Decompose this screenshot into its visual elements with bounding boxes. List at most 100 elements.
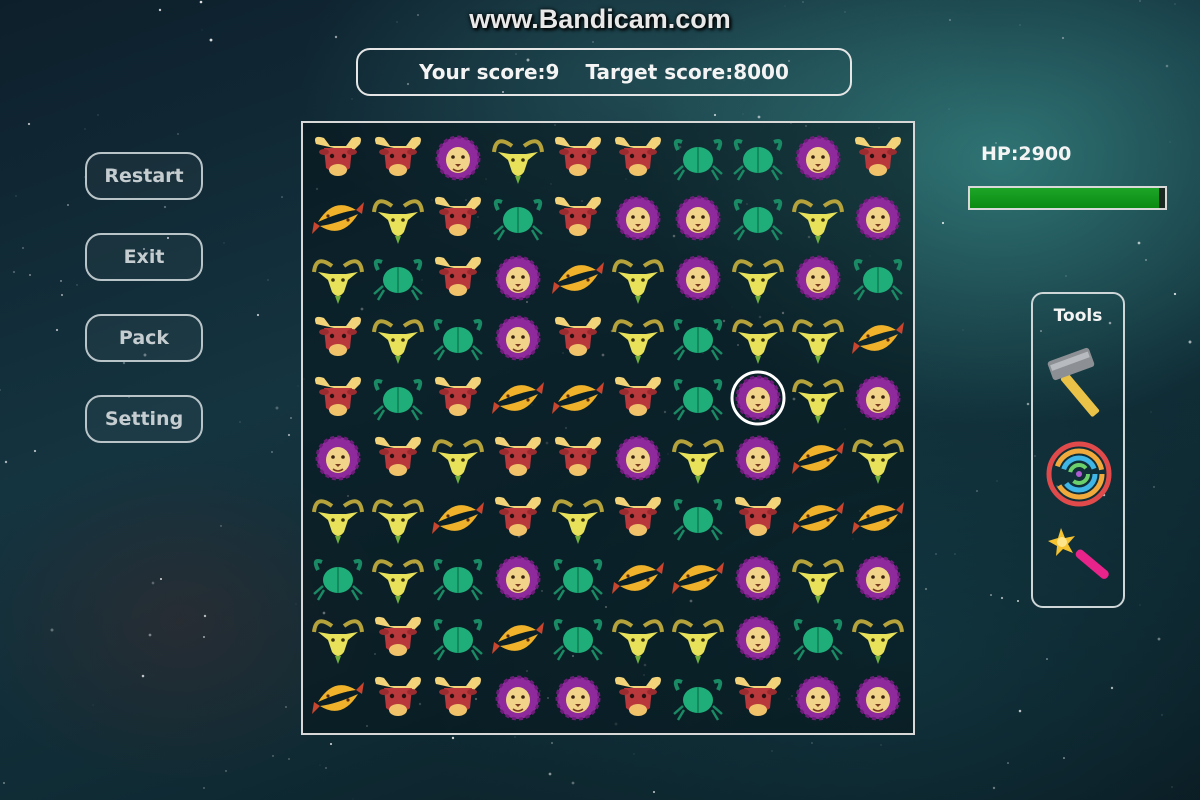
- capricorn-goat-tile[interactable]: [492, 139, 544, 184]
- cancer-crab-tile[interactable]: [673, 379, 723, 421]
- leo-lion-tile[interactable]: [795, 675, 841, 721]
- capricorn-goat-tile[interactable]: [372, 199, 424, 244]
- restart-button[interactable]: Restart: [85, 152, 203, 200]
- taurus-bull-tile[interactable]: [735, 496, 781, 536]
- cancer-crab-tile[interactable]: [433, 319, 483, 361]
- capricorn-goat-tile[interactable]: [312, 259, 364, 304]
- leo-lion-tile[interactable]: [855, 195, 901, 241]
- capricorn-goat-tile[interactable]: [732, 259, 784, 304]
- capricorn-goat-tile[interactable]: [312, 499, 364, 544]
- capricorn-goat-tile[interactable]: [612, 259, 664, 304]
- leo-lion-tile[interactable]: [495, 255, 541, 301]
- pisces-fish-tile[interactable]: [792, 502, 844, 534]
- leo-lion-tile[interactable]: [555, 675, 601, 721]
- leo-lion-tile[interactable]: [615, 435, 661, 481]
- leo-lion-tile[interactable]: [315, 435, 361, 481]
- taurus-bull-tile[interactable]: [435, 196, 481, 236]
- pisces-fish-tile[interactable]: [852, 502, 904, 534]
- taurus-bull-tile[interactable]: [735, 676, 781, 716]
- leo-lion-tile[interactable]: [495, 675, 541, 721]
- capricorn-goat-tile[interactable]: [372, 559, 424, 604]
- leo-lion-tile[interactable]: [675, 195, 721, 241]
- cancer-crab-tile[interactable]: [733, 199, 783, 241]
- cancer-crab-tile[interactable]: [853, 259, 903, 301]
- taurus-bull-tile[interactable]: [615, 136, 661, 176]
- pisces-fish-tile[interactable]: [492, 382, 544, 414]
- swirl-icon[interactable]: [1041, 436, 1117, 512]
- pisces-fish-tile[interactable]: [612, 562, 664, 594]
- taurus-bull-tile[interactable]: [315, 136, 361, 176]
- leo-lion-tile[interactable]: [495, 555, 541, 601]
- taurus-bull-tile[interactable]: [615, 496, 661, 536]
- exit-button[interactable]: Exit: [85, 233, 203, 281]
- cancer-crab-tile[interactable]: [553, 559, 603, 601]
- cancer-crab-tile[interactable]: [493, 199, 543, 241]
- pisces-fish-tile[interactable]: [852, 322, 904, 354]
- taurus-bull-tile[interactable]: [375, 436, 421, 476]
- taurus-bull-tile[interactable]: [435, 376, 481, 416]
- pisces-fish-tile[interactable]: [672, 562, 724, 594]
- taurus-bull-tile[interactable]: [855, 136, 901, 176]
- capricorn-goat-tile[interactable]: [372, 319, 424, 364]
- leo-lion-tile[interactable]: [855, 375, 901, 421]
- cancer-crab-tile[interactable]: [673, 499, 723, 541]
- taurus-bull-tile[interactable]: [615, 376, 661, 416]
- leo-lion-tile[interactable]: [855, 675, 901, 721]
- taurus-bull-tile[interactable]: [555, 196, 601, 236]
- magic-wand-icon[interactable]: [1041, 522, 1117, 598]
- taurus-bull-tile[interactable]: [315, 316, 361, 356]
- taurus-bull-tile[interactable]: [375, 136, 421, 176]
- capricorn-goat-tile[interactable]: [552, 499, 604, 544]
- game-board[interactable]: [301, 121, 915, 735]
- leo-lion-tile[interactable]: [435, 135, 481, 181]
- hammer-icon[interactable]: [1041, 346, 1117, 422]
- taurus-bull-tile[interactable]: [435, 256, 481, 296]
- capricorn-goat-tile[interactable]: [432, 439, 484, 484]
- leo-lion-tile[interactable]: [615, 195, 661, 241]
- tile-grid[interactable]: [303, 123, 913, 733]
- cancer-crab-tile[interactable]: [433, 559, 483, 601]
- pisces-fish-tile[interactable]: [552, 262, 604, 294]
- pack-button[interactable]: Pack: [85, 314, 203, 362]
- taurus-bull-tile[interactable]: [555, 316, 601, 356]
- taurus-bull-tile[interactable]: [315, 376, 361, 416]
- leo-lion-tile[interactable]: [735, 555, 781, 601]
- pisces-fish-tile[interactable]: [432, 502, 484, 534]
- cancer-crab-tile[interactable]: [373, 379, 423, 421]
- cancer-crab-tile[interactable]: [733, 139, 783, 181]
- cancer-crab-tile[interactable]: [673, 679, 723, 721]
- setting-button[interactable]: Setting: [85, 395, 203, 443]
- taurus-bull-tile[interactable]: [555, 436, 601, 476]
- cancer-crab-tile[interactable]: [373, 259, 423, 301]
- leo-lion-tile[interactable]: [855, 555, 901, 601]
- leo-lion-tile[interactable]: [795, 135, 841, 181]
- taurus-bull-tile[interactable]: [495, 496, 541, 536]
- pisces-fish-tile[interactable]: [552, 382, 604, 414]
- taurus-bull-tile[interactable]: [375, 676, 421, 716]
- leo-lion-tile[interactable]: [495, 315, 541, 361]
- capricorn-goat-tile[interactable]: [852, 439, 904, 484]
- leo-lion-tile[interactable]: [730, 370, 786, 426]
- cancer-crab-tile[interactable]: [673, 319, 723, 361]
- capricorn-goat-tile[interactable]: [672, 439, 724, 484]
- pisces-fish-tile[interactable]: [792, 442, 844, 474]
- cancer-crab-tile[interactable]: [313, 559, 363, 601]
- capricorn-goat-tile[interactable]: [792, 559, 844, 604]
- taurus-bull-tile[interactable]: [555, 136, 601, 176]
- capricorn-goat-tile[interactable]: [672, 619, 724, 664]
- capricorn-goat-tile[interactable]: [312, 619, 364, 664]
- capricorn-goat-tile[interactable]: [792, 199, 844, 244]
- cancer-crab-tile[interactable]: [553, 619, 603, 661]
- capricorn-goat-tile[interactable]: [792, 319, 844, 364]
- capricorn-goat-tile[interactable]: [792, 379, 844, 424]
- pisces-fish-tile[interactable]: [312, 202, 364, 234]
- cancer-crab-tile[interactable]: [793, 619, 843, 661]
- taurus-bull-tile[interactable]: [615, 676, 661, 716]
- capricorn-goat-tile[interactable]: [612, 619, 664, 664]
- capricorn-goat-tile[interactable]: [612, 319, 664, 364]
- cancer-crab-tile[interactable]: [673, 139, 723, 181]
- taurus-bull-tile[interactable]: [495, 436, 541, 476]
- capricorn-goat-tile[interactable]: [852, 619, 904, 664]
- capricorn-goat-tile[interactable]: [372, 499, 424, 544]
- pisces-fish-tile[interactable]: [492, 622, 544, 654]
